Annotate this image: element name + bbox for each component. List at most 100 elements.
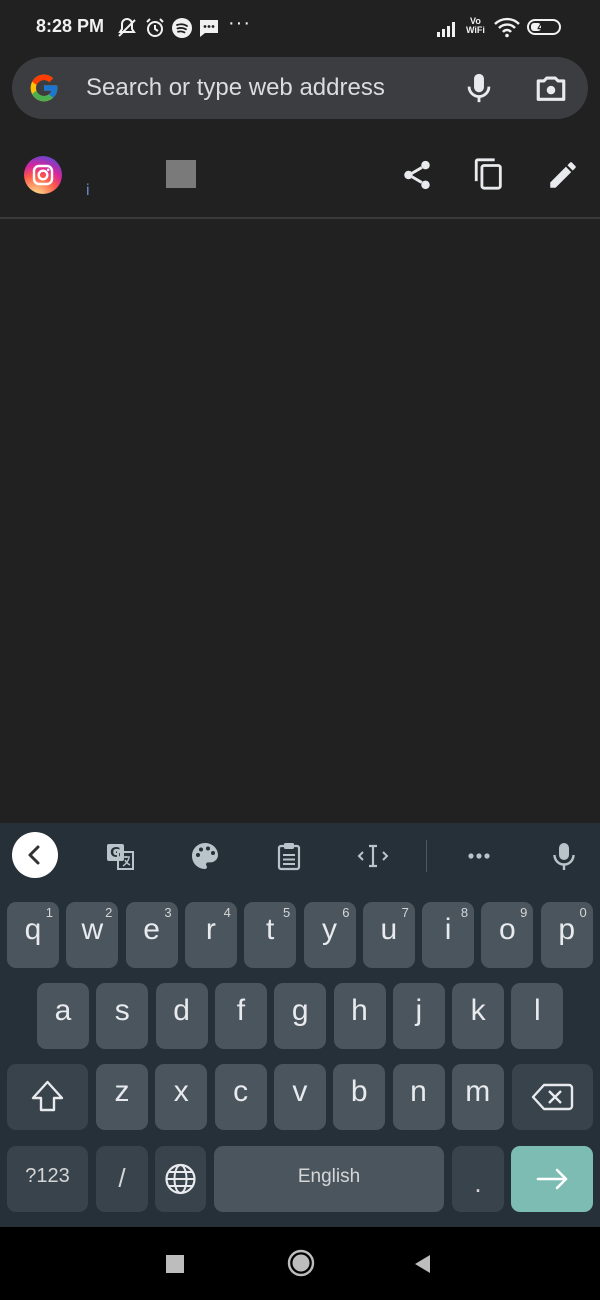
key-l[interactable]: l [511, 983, 564, 1049]
edit-icon[interactable] [546, 158, 580, 192]
key-h[interactable]: h [333, 983, 386, 1049]
share-icon[interactable] [400, 158, 434, 192]
svg-text:G: G [110, 846, 121, 861]
key-label: f [236, 994, 246, 1027]
key-hint: 4 [223, 905, 231, 920]
clipboard-icon[interactable] [273, 840, 305, 872]
mic-icon[interactable] [462, 70, 496, 106]
recents-icon[interactable] [166, 1255, 184, 1273]
key-e[interactable]: e3 [125, 902, 178, 968]
key-m[interactable]: m [451, 1064, 504, 1130]
key-hint: 6 [342, 905, 350, 920]
key-q[interactable]: q1 [7, 902, 59, 968]
clip-thumbnail [166, 160, 196, 188]
status-time: 8:28 PM [36, 16, 105, 36]
navigation-bar [0, 1227, 600, 1300]
key-c[interactable]: c [214, 1064, 267, 1130]
key-u[interactable]: u7 [362, 902, 415, 968]
key-label: s [114, 994, 130, 1027]
spotify-icon [172, 18, 192, 38]
key-label: g [291, 994, 309, 1027]
key-label: d [173, 994, 190, 1027]
key-t[interactable]: t5 [244, 902, 297, 968]
voice-input-icon[interactable] [548, 840, 580, 872]
symbols-key[interactable]: ?123 [7, 1146, 88, 1212]
status-bar: 8:28 PM ··· Vo WiFi 40 [0, 0, 600, 56]
key-label: v [292, 1075, 308, 1108]
key-hint: 1 [45, 905, 53, 920]
search-input[interactable]: Search or type web address [86, 74, 385, 102]
signal-icon [437, 22, 455, 37]
alarm-icon [146, 18, 164, 37]
key-hint: 5 [282, 905, 291, 920]
shift-key[interactable] [7, 1064, 88, 1130]
message-icon [200, 20, 218, 37]
key-j[interactable]: j [392, 983, 445, 1049]
copy-icon[interactable] [472, 156, 506, 192]
key-y[interactable]: y6 [303, 902, 356, 968]
chevron-left-icon [28, 845, 40, 865]
divider [0, 217, 600, 219]
key-label: l [534, 994, 541, 1027]
shift-icon [31, 1080, 64, 1112]
bell-off-icon [118, 17, 136, 37]
more-notifications: ··· [228, 12, 251, 34]
key-b[interactable]: b [333, 1064, 386, 1130]
slash-key[interactable]: / [96, 1146, 148, 1212]
key-label: h [351, 994, 368, 1027]
instagram-icon[interactable] [24, 156, 62, 194]
battery-indicator: 40 [527, 19, 561, 35]
key-label: b [350, 1075, 368, 1108]
key-d[interactable]: d [155, 983, 208, 1049]
wifi-icon [494, 17, 520, 38]
key-p[interactable]: p0 [540, 902, 593, 968]
space-key[interactable]: English [214, 1146, 444, 1212]
key-hint: 7 [401, 905, 409, 920]
home-icon[interactable] [287, 1249, 315, 1277]
key-label: j [415, 994, 423, 1027]
key-hint: 3 [164, 905, 172, 920]
language-key[interactable] [155, 1146, 206, 1212]
enter-key[interactable] [511, 1146, 593, 1212]
back-icon[interactable] [412, 1253, 432, 1275]
key-s[interactable]: s [96, 983, 149, 1049]
translate-icon[interactable]: G [104, 840, 136, 872]
key-label: a [54, 994, 72, 1027]
clipboard-suggestion-row [0, 130, 600, 218]
backspace-key[interactable] [512, 1064, 593, 1130]
globe-icon [165, 1163, 196, 1195]
key-z[interactable]: z [96, 1064, 148, 1130]
key-n[interactable]: n [392, 1064, 445, 1130]
key-a[interactable]: a [37, 983, 89, 1049]
key-r[interactable]: r4 [184, 902, 237, 968]
key-i[interactable]: i8 [422, 902, 475, 968]
period-key[interactable]: . [452, 1146, 504, 1212]
key-hint: 2 [105, 905, 113, 920]
key-k[interactable]: k [452, 983, 505, 1049]
toolbar-back-button[interactable] [12, 832, 58, 878]
key-hint: 9 [520, 905, 528, 920]
more-icon[interactable] [463, 840, 495, 872]
key-hint: 8 [460, 905, 469, 920]
key-g[interactable]: g [274, 983, 327, 1049]
key-label: c [233, 1075, 249, 1108]
key-label: n [410, 1075, 427, 1108]
key-v[interactable]: v [273, 1064, 326, 1130]
key-label: x [173, 1075, 189, 1108]
key-label: z [114, 1075, 130, 1108]
palette-icon[interactable] [189, 840, 221, 872]
backspace-icon [531, 1083, 574, 1111]
arrow-right-icon [536, 1168, 568, 1190]
key-w[interactable]: w2 [66, 902, 119, 968]
vowifi-indicator: Vo WiFi [466, 16, 485, 35]
key-o[interactable]: o9 [481, 902, 534, 968]
key-label: k [470, 994, 486, 1027]
text-cursor-icon[interactable] [357, 840, 389, 872]
toolbar-separator [426, 840, 427, 872]
key-label: m [465, 1075, 491, 1108]
key-f[interactable]: f [214, 983, 267, 1049]
key-x[interactable]: x [155, 1064, 208, 1130]
camera-icon[interactable] [533, 71, 569, 105]
google-logo-icon [30, 74, 58, 102]
clip-snippet-text: i [86, 182, 90, 199]
